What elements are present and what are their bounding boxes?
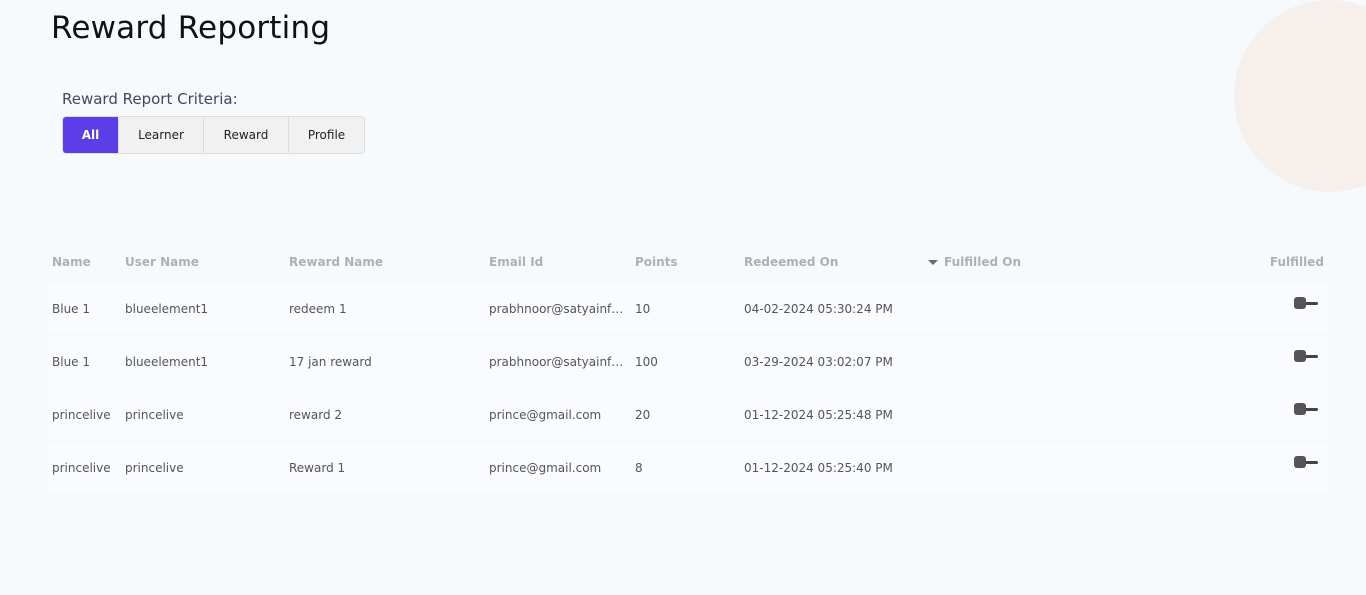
header-name[interactable]: Name: [52, 255, 91, 269]
header-reward-name[interactable]: Reward Name: [289, 255, 383, 269]
tab-profile[interactable]: Profile: [289, 117, 364, 153]
header-redeemed-on[interactable]: Redeemed On: [744, 255, 838, 269]
cell-points: 100: [635, 355, 658, 369]
table-row: princelive princelive Reward 1 prince@gm…: [47, 444, 1327, 492]
cell-name: Blue 1: [52, 302, 91, 316]
cell-email: prince@gmail.com: [489, 461, 602, 475]
cell-redeemed-on: 01-12-2024 05:25:40 PM: [744, 461, 893, 475]
reward-table: Name User Name Reward Name Email Id Poin…: [47, 244, 1327, 492]
header-fulfilled-on[interactable]: Fulfilled On: [944, 255, 1021, 269]
cell-redeemed-on: 01-12-2024 05:25:48 PM: [744, 408, 893, 422]
toggle-knob: [1294, 403, 1306, 415]
tab-all[interactable]: All: [63, 117, 119, 153]
cell-reward-name: 17 jan reward: [289, 355, 372, 369]
reward-reporting-page: Reward Reporting Reward Report Criteria:…: [0, 0, 1366, 595]
table-row: princelive princelive reward 2 prince@gm…: [47, 391, 1327, 439]
table-row: Blue 1 blueelement1 17 jan reward prabhn…: [47, 338, 1327, 386]
cell-redeemed-on: 03-29-2024 03:02:07 PM: [744, 355, 893, 369]
cell-name: princelive: [52, 461, 111, 475]
tab-learner[interactable]: Learner: [119, 117, 204, 153]
criteria-label: Reward Report Criteria:: [62, 90, 238, 108]
fulfilled-toggle[interactable]: [1294, 403, 1318, 417]
cell-reward-name: reward 2: [289, 408, 343, 422]
tab-reward[interactable]: Reward: [204, 117, 289, 153]
cell-points: 20: [635, 408, 651, 422]
cell-email: prabhnoor@satyainfo…: [489, 302, 627, 316]
cell-email: prince@gmail.com: [489, 408, 602, 422]
toggle-knob: [1294, 297, 1306, 309]
cell-user-name: princelive: [125, 461, 184, 475]
cell-name: princelive: [52, 408, 111, 422]
fulfilled-toggle[interactable]: [1294, 297, 1318, 311]
header-email[interactable]: Email Id: [489, 255, 627, 269]
header-fulfilled[interactable]: Fulfilled: [1270, 255, 1324, 269]
table-header: Name User Name Reward Name Email Id Poin…: [47, 244, 1327, 280]
decorative-circle: [1234, 0, 1366, 192]
cell-email: prabhnoor@satyainfo…: [489, 355, 627, 369]
caret-down-icon[interactable]: [928, 260, 938, 265]
toggle-knob: [1294, 350, 1306, 362]
cell-user-name: blueelement1: [125, 302, 209, 316]
toggle-knob: [1294, 456, 1306, 468]
page-title: Reward Reporting: [51, 10, 331, 46]
criteria-tabs: All Learner Reward Profile: [62, 116, 365, 154]
cell-user-name: blueelement1: [125, 355, 209, 369]
cell-user-name: princelive: [125, 408, 184, 422]
cell-name: Blue 1: [52, 355, 91, 369]
fulfilled-toggle[interactable]: [1294, 456, 1318, 470]
cell-points: 8: [635, 461, 643, 475]
cell-reward-name: Reward 1: [289, 461, 346, 475]
header-user-name[interactable]: User Name: [125, 255, 199, 269]
header-points[interactable]: Points: [635, 255, 678, 269]
fulfilled-toggle[interactable]: [1294, 350, 1318, 364]
cell-points: 10: [635, 302, 651, 316]
table-row: Blue 1 blueelement1 redeem 1 prabhnoor@s…: [47, 285, 1327, 333]
cell-redeemed-on: 04-02-2024 05:30:24 PM: [744, 302, 893, 316]
cell-reward-name: redeem 1: [289, 302, 347, 316]
